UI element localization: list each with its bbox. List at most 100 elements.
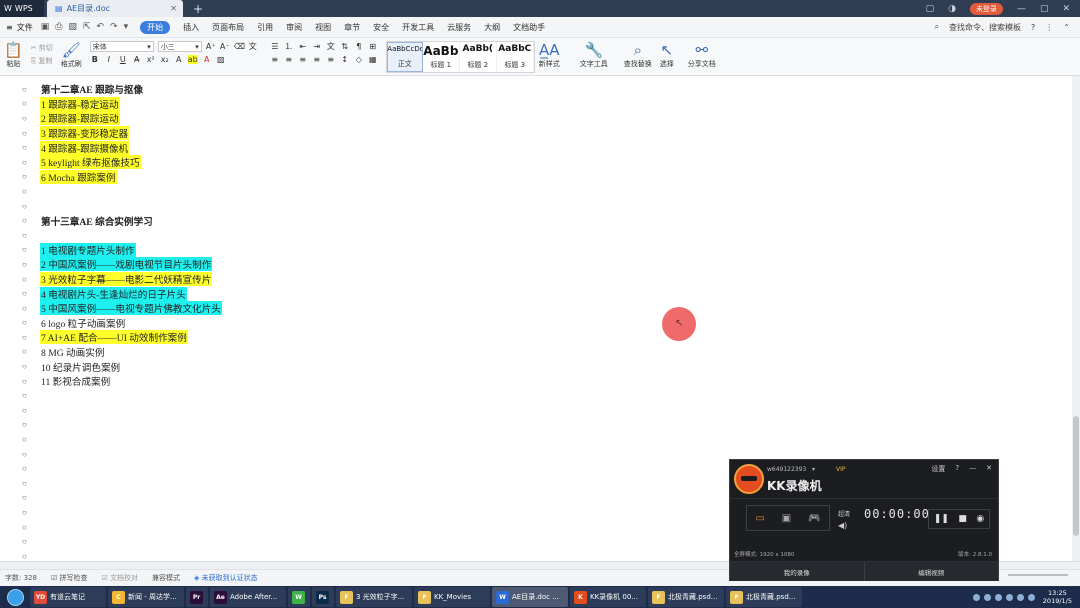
undo-icon[interactable]: ↶ [96, 22, 104, 32]
close-window-icon[interactable]: ✕ [1062, 4, 1070, 14]
fullscreen-mode-icon[interactable]: ▭ [755, 513, 764, 524]
superscript-icon[interactable]: x² [146, 55, 156, 64]
phonetic-icon[interactable]: 文 [248, 41, 258, 52]
char-shading-icon[interactable]: ▨ [216, 55, 226, 64]
menu-tab[interactable]: 引用 [257, 22, 273, 33]
more-icon[interactable]: ▾ [124, 22, 129, 32]
chinese-layout-icon[interactable]: 文 [326, 41, 336, 52]
scrollbar-thumb[interactable] [1073, 416, 1079, 536]
bullet-list-icon[interactable]: ☰ [270, 42, 280, 51]
document-list-item[interactable]: ○ 1 电视剧专题片头制作 [22, 242, 222, 258]
more-options-icon[interactable]: ⋮ [1045, 23, 1053, 32]
word-count[interactable]: 字数: 328 [5, 573, 37, 583]
grow-font-icon[interactable]: A⁺ [206, 42, 216, 51]
taskbar-app[interactable]: Pr [186, 587, 208, 607]
restore-icon[interactable]: ▢ [926, 4, 935, 14]
document-list-item[interactable]: ○ [22, 534, 222, 549]
document-list-item[interactable]: ○ [22, 505, 222, 520]
stop-icon[interactable]: ■ [958, 514, 967, 524]
document-list-item[interactable]: ○ 4 跟踪器-跟踪摄像机 [22, 140, 222, 155]
kk-close-icon[interactable]: ✕ [986, 464, 992, 474]
menu-tab[interactable]: 审阅 [286, 22, 302, 33]
search-icon[interactable]: ⌕ [935, 22, 939, 32]
doc-check[interactable]: ☑ 文档校对 [101, 573, 138, 583]
hamburger-icon[interactable]: ≡ [6, 23, 13, 32]
strikethrough-icon[interactable]: A̶ [132, 55, 142, 64]
kk-quality[interactable]: 超清 [838, 509, 850, 518]
kk-help-icon[interactable]: ? [955, 464, 959, 474]
login-badge[interactable]: 未登录 [969, 2, 1003, 15]
save-icon[interactable]: ▣ [41, 22, 50, 32]
document-list-item[interactable]: ○ [22, 403, 222, 418]
taskbar-app[interactable]: W AE目录.doc ... [492, 587, 568, 607]
document-list-item[interactable]: ○ 5 中国风案例——电视专题片佛教文化片头 [22, 301, 222, 316]
decrease-indent-icon[interactable]: ⇤ [298, 42, 308, 51]
line-spacing-icon[interactable]: ↕ [340, 55, 350, 64]
pause-icon[interactable]: ❚❚ [934, 514, 949, 524]
share-document-button[interactable]: ⚯ 分享文档 [684, 41, 720, 69]
copy-button[interactable]: ⎘ 复制 [31, 56, 53, 66]
borders-icon[interactable]: ▦ [368, 55, 378, 64]
align-center-icon[interactable]: ≡ [284, 55, 294, 64]
clear-format-icon[interactable]: ⌫ [234, 42, 245, 51]
kk-username[interactable]: w649122393 [767, 466, 806, 473]
region-mode-icon[interactable]: ▣ [782, 513, 791, 524]
style-preset[interactable]: AaBbC 标题 3 [497, 42, 534, 72]
document-list-item[interactable]: ○ 6 Mocha 跟踪案例 [22, 169, 222, 185]
help-icon[interactable]: ? [1031, 23, 1035, 32]
print-preview-icon[interactable]: ▧ [68, 22, 77, 32]
camera-icon[interactable]: ◉ [976, 514, 984, 524]
zoom-slider[interactable] [1008, 574, 1068, 576]
command-search[interactable]: 查找命令、搜索模板 [949, 22, 1021, 33]
kk-settings-button[interactable]: 设置 [931, 464, 945, 474]
minimize-icon[interactable]: — [1017, 4, 1026, 14]
game-mode-icon[interactable]: 🎮 [808, 513, 820, 524]
document-list-item[interactable]: ○ [22, 520, 222, 535]
export-icon[interactable]: ⇱ [83, 22, 91, 32]
redo-icon[interactable]: ↷ [110, 22, 118, 32]
font-color-icon[interactable]: A [202, 55, 212, 64]
taskbar-app[interactable]: YD 有道云笔记 [30, 587, 106, 607]
taskbar-clock[interactable]: 13:25 2019/1/5 [1039, 589, 1076, 605]
kk-vip-badge[interactable]: VIP [836, 466, 846, 473]
text-effect-icon[interactable]: A [174, 55, 184, 64]
document-list-item[interactable]: ○ [22, 476, 222, 491]
document-tab[interactable]: ▤ AE目录.doc ✕ [47, 0, 183, 17]
font-name-select[interactable]: 宋体 ▾ [89, 41, 154, 52]
document-list-item[interactable]: ○ 6 logo 粒子动画案例 [22, 316, 222, 331]
document-list-item[interactable]: ○ 1 跟踪器-稳定运动 [22, 96, 222, 112]
menu-tab[interactable]: 安全 [373, 22, 389, 33]
document-list-item[interactable]: ○ 5 keylight 绿布抠像技巧 [22, 155, 222, 170]
taskbar-app[interactable]: W [288, 587, 310, 607]
style-preset[interactable]: AaBb(标题 2 [460, 42, 497, 72]
file-menu[interactable]: 文件 [17, 22, 33, 33]
show-marks-icon[interactable]: ¶ [354, 42, 364, 51]
document-list-item[interactable]: ○ 第十三章AE 综合实例学习 [22, 213, 222, 228]
start-button[interactable] [0, 586, 30, 608]
taskbar-app[interactable]: F 北极青藏.psd... [726, 587, 802, 607]
document-list-item[interactable]: ○ 8 MG 动画实例 [22, 345, 222, 360]
tray-icon[interactable] [972, 593, 980, 601]
cut-button[interactable]: ✂ 剪切 [31, 43, 53, 53]
menu-tab[interactable]: 大纲 [484, 22, 500, 33]
document-list-item[interactable]: ○ 2 跟踪器-跟踪运动 [22, 111, 222, 126]
subscript-icon[interactable]: x₂ [160, 55, 170, 64]
style-preset[interactable]: AaBb 标题 1 [423, 42, 460, 72]
table-icon[interactable]: ⊞ [368, 42, 378, 51]
document-list-item[interactable]: ○ [22, 491, 222, 506]
format-painter-button[interactable]: 🖌 格式刷 [57, 41, 86, 69]
menu-tab[interactable]: 云服务 [447, 22, 471, 33]
paste-button[interactable]: 📋 粘贴 [0, 41, 27, 69]
taskbar-app[interactable]: Ae Adobe After... [210, 587, 286, 607]
menu-tab[interactable]: 插入 [183, 22, 199, 33]
select-button[interactable]: ↖ 选择 [656, 41, 678, 69]
menu-tab[interactable]: 章节 [344, 22, 360, 33]
taskbar-app[interactable]: F KK_Movies [414, 587, 490, 607]
distribute-icon[interactable]: ≡ [326, 55, 336, 64]
tray-icon[interactable] [1027, 593, 1035, 601]
document-list-item[interactable]: ○ [22, 388, 222, 403]
document-list-item[interactable]: ○ [22, 228, 222, 243]
document-list-item[interactable]: ○ [22, 461, 222, 476]
numbered-list-icon[interactable]: ⒈ [284, 41, 294, 52]
justify-icon[interactable]: ≡ [312, 55, 322, 64]
